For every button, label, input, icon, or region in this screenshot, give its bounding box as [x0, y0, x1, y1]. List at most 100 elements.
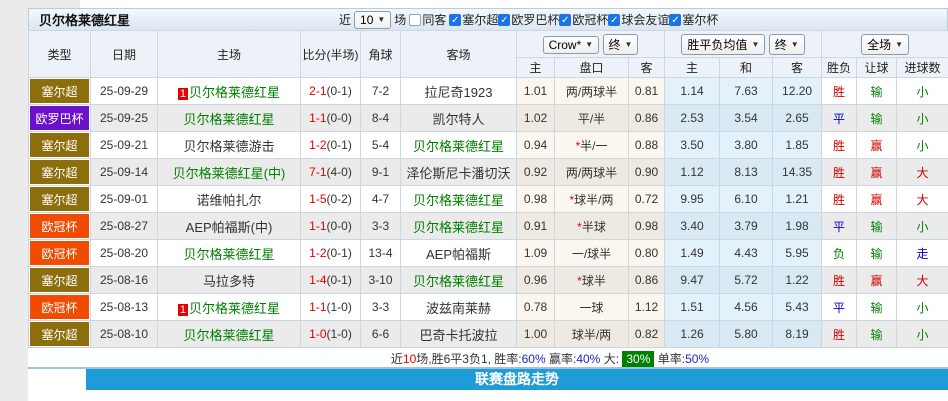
- mean-home-cell: 1.26: [664, 320, 721, 348]
- corner-cell: 5-4: [360, 131, 401, 159]
- away-odds-cell: 0.86: [627, 104, 666, 132]
- checkbox-icon[interactable]: [409, 13, 422, 26]
- league-filter[interactable]: ✓ 欧罗巴杯: [498, 11, 559, 28]
- score-cell: 1-0(1-0): [300, 320, 361, 348]
- league-filter[interactable]: ✓ 欧冠杯: [559, 11, 608, 28]
- same-venue-filter[interactable]: 同客: [409, 11, 446, 28]
- mean-away-cell: 1.98: [772, 212, 823, 240]
- handicap-cell: 一/球半: [554, 239, 629, 267]
- table-row: 塞尔超 25-08-16 马拉多特 1-4(0-1) 3-10 贝尔格莱德红星 0.96 *球…: [28, 266, 948, 294]
- home-odds-cell: 0.94: [516, 131, 555, 159]
- mean-type-select[interactable]: 胜平负均值 ▼: [681, 33, 766, 55]
- corner-cell: 6-6: [360, 320, 401, 348]
- mean-away-cell: 5.95: [772, 239, 823, 267]
- league-type-cell: 欧冠杯: [28, 239, 91, 267]
- handicap-cell: 球半/两: [554, 320, 629, 348]
- corner-cell: 3-10: [360, 266, 401, 294]
- mean-draw-cell: 7.63: [719, 77, 774, 105]
- corner-cell: 7-2: [360, 77, 401, 105]
- checkbox-icon[interactable]: ✓: [449, 13, 462, 26]
- summary-segment: 赢率:: [545, 352, 577, 366]
- league-filter-label: 欧冠杯: [572, 13, 609, 27]
- mean-state-select[interactable]: 终 ▼: [768, 33, 805, 55]
- mean-home-cell: 9.47: [664, 266, 721, 294]
- table-row: 塞尔超 25-09-29 1 贝尔格莱德红星 2-1(0-1) 7-2 拉尼奇1923 1.0…: [28, 77, 948, 105]
- away-odds-cell: 0.86: [627, 266, 666, 294]
- home-team-cell: 贝尔格莱德红星: [157, 239, 301, 267]
- corner-cell: 4-7: [360, 185, 401, 213]
- mean-draw-cell: 4.43: [719, 239, 774, 267]
- chevron-down-icon: ▼: [751, 39, 760, 49]
- summary-segment: 30%: [622, 351, 655, 367]
- date-cell: 25-08-13: [90, 293, 158, 321]
- col-header-odds-away: 客: [627, 57, 666, 78]
- result-cell: 输: [856, 239, 898, 267]
- mean-away-cell: 5.43: [772, 293, 823, 321]
- filter-controls: 近 10 ▼ 场 同客 ✓ 塞尔超 ✓ 欧罗巴杯 ✓ 欧冠杯 ✓ 球会友谊 ✓ 塞尔杯: [339, 10, 718, 29]
- away-team-cell: 泽伦斯尼卡潘切沃: [400, 158, 517, 186]
- handicap-cell: *球半/两: [554, 185, 629, 213]
- score-cell: 1-4(0-1): [300, 266, 361, 294]
- away-team-cell: AEP帕福斯: [400, 239, 517, 267]
- away-team-cell: 贝尔格莱德红星: [400, 266, 517, 294]
- col-header-odds-home: 主: [516, 57, 555, 78]
- result-cell: 走: [896, 239, 948, 267]
- mean-draw-cell: 5.80: [719, 320, 774, 348]
- summary-segment: 60%: [521, 352, 546, 366]
- mean-group-header: 胜平负均值 ▼ 终 ▼: [664, 30, 823, 58]
- home-team-cell: 贝尔格莱德红星: [157, 320, 301, 348]
- checkbox-icon[interactable]: ✓: [498, 13, 511, 26]
- date-cell: 25-08-10: [90, 320, 158, 348]
- mean-draw-cell: 6.10: [719, 185, 774, 213]
- col-header-mean-home: 主: [664, 57, 721, 78]
- checkbox-icon[interactable]: ✓: [559, 13, 572, 26]
- date-cell: 25-09-21: [90, 131, 158, 159]
- mean-away-cell: 2.65: [772, 104, 823, 132]
- league-filter[interactable]: ✓ 塞尔超: [449, 11, 498, 28]
- league-type-cell: 塞尔超: [28, 185, 91, 213]
- col-header-goals: 进球数: [896, 57, 948, 78]
- summary-segment: 10: [402, 352, 417, 366]
- recent-count-select[interactable]: 10 ▼: [354, 10, 392, 29]
- league-filter[interactable]: ✓ 球会友谊: [608, 11, 669, 28]
- col-header-away: 客场: [400, 30, 517, 78]
- mean-draw-cell: 5.72: [719, 266, 774, 294]
- result-cell: 小: [896, 104, 948, 132]
- league-type-cell: 塞尔超: [28, 77, 91, 105]
- away-odds-cell: 0.80: [627, 239, 666, 267]
- result-cell: 小: [896, 77, 948, 105]
- handicap-cell: 一球: [554, 293, 629, 321]
- scope-select[interactable]: 全场 ▼: [861, 33, 909, 55]
- mean-home-cell: 1.12: [664, 158, 721, 186]
- handicap-cell: 两/两球半: [554, 158, 629, 186]
- mean-home-cell: 3.50: [664, 131, 721, 159]
- summary-segment: 40%: [576, 352, 601, 366]
- corner-cell: 9-1: [360, 158, 401, 186]
- checkbox-icon[interactable]: ✓: [669, 13, 682, 26]
- chevron-down-icon: ▼: [377, 15, 386, 24]
- league-trend-bar[interactable]: 联赛盘路走势: [86, 369, 948, 390]
- handicap-cell: 两/两球半: [554, 77, 629, 105]
- result-cell: 小: [896, 293, 948, 321]
- score-cell: 1-1(1-0): [300, 293, 361, 321]
- date-cell: 25-08-20: [90, 239, 158, 267]
- league-filter-label: 塞尔超: [462, 13, 499, 27]
- date-cell: 25-09-29: [90, 77, 158, 105]
- odds-company-select[interactable]: Crow* ▼: [542, 35, 600, 54]
- mean-home-cell: 1.49: [664, 239, 721, 267]
- league-filter-label: 塞尔杯: [682, 13, 719, 27]
- corner-cell: 8-4: [360, 104, 401, 132]
- result-cell: 胜: [821, 266, 858, 294]
- home-odds-cell: 1.01: [516, 77, 555, 105]
- odds-state-select[interactable]: 终 ▼: [602, 33, 639, 55]
- col-header-handicap: 盘口: [554, 57, 629, 78]
- checkbox-icon[interactable]: ✓: [608, 13, 621, 26]
- col-header-mean-draw: 和: [719, 57, 774, 78]
- away-team-cell: 波兹南莱赫: [400, 293, 517, 321]
- league-filter[interactable]: ✓ 塞尔杯: [669, 11, 718, 28]
- col-header-mean-away: 客: [772, 57, 823, 78]
- home-team-cell: 1 贝尔格莱德红星: [157, 293, 301, 321]
- home-odds-cell: 1.09: [516, 239, 555, 267]
- result-cell: 输: [856, 212, 898, 240]
- header-group-row: 类型 日期 主场 比分(半场) 角球 客场 Crow* ▼ 终 ▼ 胜平负均值 …: [28, 30, 948, 78]
